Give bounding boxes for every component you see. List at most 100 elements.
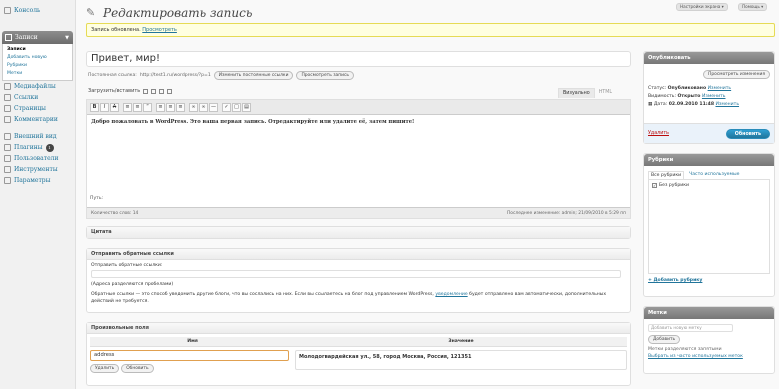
nav-console[interactable]: Консоль — [0, 5, 75, 16]
edit-visibility-link[interactable]: Изменить — [702, 94, 726, 99]
submenu-item-add-new[interactable]: Добавить новую — [7, 54, 72, 62]
excerpt-heading[interactable]: Цитата — [87, 227, 630, 238]
submenu-item-posts[interactable]: Записи — [7, 46, 72, 54]
view-post-link[interactable]: Просмотреть — [142, 27, 177, 33]
add-media-icon[interactable] — [167, 88, 173, 94]
add-category-link[interactable]: + Добавить рубрику — [648, 278, 770, 283]
nav-media[interactable]: Медиафайлы — [0, 81, 75, 92]
fullscreen-icon[interactable]: □ — [232, 102, 241, 112]
italic-icon[interactable]: I — [100, 102, 109, 112]
appearance-icon — [4, 133, 11, 140]
add-image-icon[interactable] — [143, 88, 149, 94]
view-post-button[interactable]: Просмотреть запись — [296, 71, 354, 80]
nav-posts[interactable]: Записи ▼ — [2, 31, 73, 44]
new-tag-input[interactable]: Добавить новую метку — [648, 324, 733, 332]
unlink-icon[interactable]: ∞ — [199, 102, 208, 112]
trackbacks-description: Обратные ссылки — это способ уведомить д… — [91, 292, 607, 304]
custom-fields-box: Произвольные поля Имя Значение address У… — [86, 322, 631, 386]
col-value-header: Значение — [295, 337, 627, 347]
publish-box: Опубликовать Просмотреть изменения Стату… — [643, 51, 775, 144]
delete-post-link[interactable]: Удалить — [648, 131, 669, 136]
categories-heading[interactable]: Рубрики — [644, 154, 774, 166]
edit-date-link[interactable]: Изменить — [716, 102, 740, 107]
nav-appearance[interactable]: Внешний вид — [0, 131, 75, 142]
nav-comments[interactable]: Комментарии — [0, 114, 75, 125]
align-right-icon[interactable]: ≡ — [176, 102, 185, 112]
pingback-link[interactable]: уведомление — [435, 292, 467, 297]
permalink-url[interactable]: http://test1.ru/wordpress/?p=1 — [140, 73, 211, 78]
publish-status: Статус: Опубликовано Изменить — [648, 86, 732, 91]
tags-box: Метки Добавить новую метку Добавить Метк… — [643, 306, 775, 374]
choose-tags-link[interactable]: Выбрать из часто используемых меток — [648, 354, 770, 359]
tags-heading[interactable]: Метки — [644, 307, 774, 319]
screen-options-button[interactable]: Настройки экрана ▾ — [676, 3, 728, 11]
kitchen-sink-icon[interactable]: ▤ — [242, 102, 251, 112]
publish-visibility: Видимость: Открыто Изменить — [648, 94, 726, 99]
custom-field-value-input[interactable]: Молодогвардейская ул., 58, город Москва,… — [295, 349, 627, 370]
delete-field-button[interactable]: Удалить — [90, 363, 120, 373]
nav-settings[interactable]: Параметры — [0, 175, 75, 186]
tab-html[interactable]: HTML — [595, 88, 616, 98]
strikethrough-icon[interactable]: A — [110, 102, 119, 112]
spellcheck-icon[interactable]: ✓ — [222, 102, 231, 112]
publish-date: ▦ Дата: 02.09.2010 11:48 Изменить — [648, 102, 740, 107]
bullet-list-icon[interactable]: ≡ — [123, 102, 132, 112]
checkbox-checked-icon[interactable]: ✓ — [652, 183, 657, 188]
editor-content[interactable]: Добро пожаловать в WordPress. Это ваша п… — [87, 115, 630, 129]
add-video-icon[interactable] — [151, 88, 157, 94]
help-button[interactable]: Помощь ▾ — [738, 3, 768, 11]
edit-status-link[interactable]: Изменить — [708, 86, 732, 91]
nav-users[interactable]: Пользователи — [0, 153, 75, 164]
bold-icon[interactable]: B — [90, 102, 99, 112]
list-item[interactable]: ✓ Без рубрики — [652, 183, 766, 188]
page-heading: ✎ Редактировать запись — [86, 6, 252, 20]
align-left-icon[interactable]: ≡ — [156, 102, 165, 112]
nav-links[interactable]: Ссылки — [0, 92, 75, 103]
publish-heading[interactable]: Опубликовать — [644, 52, 774, 64]
categories-list: ✓ Без рубрики — [648, 179, 770, 274]
permalink-row: Постоянная ссылка: http://test1.ru/wordp… — [88, 71, 354, 80]
upload-row: Загрузить/вставить — [88, 88, 173, 94]
editor-path: Путь: — [90, 196, 104, 201]
posts-submenu: Записи Добавить новую Рубрики Метки — [2, 44, 73, 81]
custom-fields-table: Имя Значение address Удалить Обновить Мо… — [90, 337, 627, 373]
add-audio-icon[interactable] — [159, 88, 165, 94]
settings-icon — [4, 177, 11, 184]
submenu-item-tags[interactable]: Метки — [7, 70, 72, 78]
tab-all-categories[interactable]: Все рубрики — [648, 171, 685, 179]
post-title-input[interactable]: Привет, мир! — [86, 51, 631, 67]
editor-tabs: Визуально HTML — [558, 88, 616, 98]
align-center-icon[interactable]: ≡ — [166, 102, 175, 112]
numbered-list-icon[interactable]: ≡ — [133, 102, 142, 112]
update-notice: Запись обновлена. Просмотреть — [86, 23, 775, 37]
categories-box: Рубрики Все рубрики Часто используемые ✓… — [643, 153, 775, 297]
plugins-icon — [4, 144, 11, 151]
nav-pages[interactable]: Страницы — [0, 103, 75, 114]
add-tag-button[interactable]: Добавить — [648, 335, 681, 344]
comments-icon — [4, 116, 11, 123]
users-icon — [4, 155, 11, 162]
link-icon — [4, 94, 11, 101]
preview-changes-button[interactable]: Просмотреть изменения — [703, 70, 770, 79]
blockquote-icon[interactable]: “ — [143, 102, 152, 112]
change-permalinks-button[interactable]: Изменить постоянные ссылки — [213, 71, 294, 80]
pin-icon — [5, 34, 12, 41]
update-field-button[interactable]: Обновить — [121, 363, 154, 373]
post-editor: B I A ≡ ≡ “ ≡ ≡ ≡ ∞ ∞ — ✓ □ ▤ Добро пожа… — [86, 99, 631, 219]
excerpt-box[interactable]: Цитата — [86, 226, 631, 239]
submenu-item-categories[interactable]: Рубрики — [7, 62, 72, 70]
trackbacks-input[interactable] — [91, 270, 621, 278]
collapse-arrow-icon[interactable]: ▼ — [65, 35, 69, 41]
calendar-icon: ▦ — [648, 102, 653, 107]
trackbacks-heading[interactable]: Отправить обратные ссылки — [87, 249, 630, 260]
tab-popular-categories[interactable]: Часто используемые — [687, 171, 741, 179]
tab-visual[interactable]: Визуально — [558, 88, 595, 98]
custom-fields-heading[interactable]: Произвольные поля — [87, 323, 630, 334]
insert-link-icon[interactable]: ∞ — [189, 102, 198, 112]
edit-pin-icon: ✎ — [86, 6, 96, 19]
custom-field-name-input[interactable]: address — [90, 349, 289, 361]
update-post-button[interactable]: Обновить — [725, 128, 770, 139]
nav-tools[interactable]: Инструменты — [0, 164, 75, 175]
nav-plugins[interactable]: Плагины 1 — [0, 142, 75, 153]
more-tag-icon[interactable]: — — [209, 102, 218, 112]
